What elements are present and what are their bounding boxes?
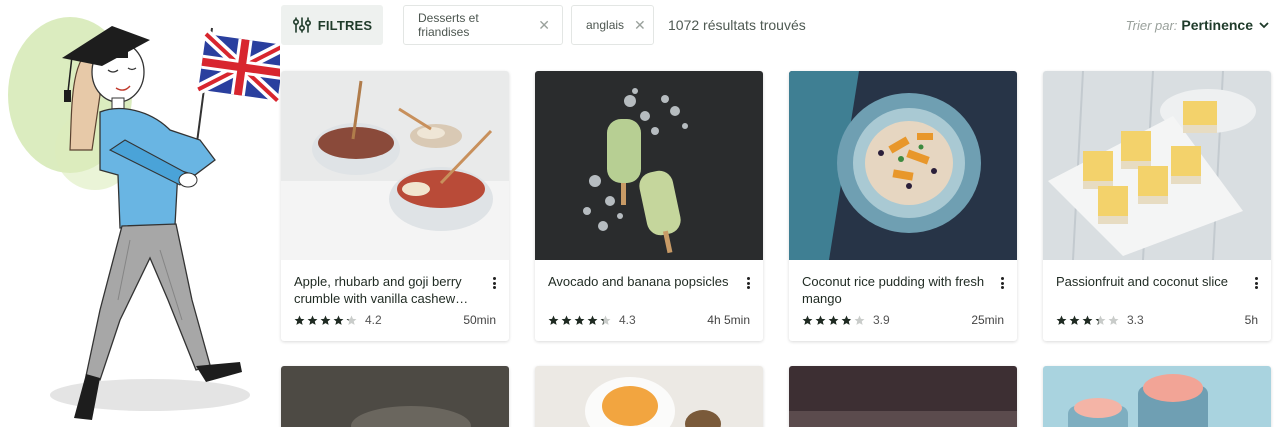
filter-chip-label: Desserts et friandises xyxy=(418,11,479,39)
sort-dropdown[interactable]: Trier par: Pertinence xyxy=(1126,5,1271,45)
star-icon xyxy=(841,315,852,325)
recipe-image[interactable] xyxy=(535,71,763,260)
recipe-search-page: FILTRES Desserts et friandises ✕ anglais… xyxy=(0,0,1280,427)
recipe-card[interactable] xyxy=(535,366,763,427)
more-options-icon[interactable] xyxy=(743,275,753,291)
chevron-down-icon xyxy=(1259,22,1269,29)
star-icon xyxy=(320,315,331,325)
remove-filter-icon[interactable]: ✕ xyxy=(634,18,646,32)
recipe-card[interactable] xyxy=(789,366,1017,427)
filter-chip-anglais[interactable]: anglais ✕ xyxy=(571,5,654,45)
remove-filter-icon[interactable]: ✕ xyxy=(538,18,550,32)
star-icon xyxy=(828,315,839,325)
rating-value: 3.3 xyxy=(1127,313,1144,327)
recipe-image[interactable] xyxy=(789,71,1017,260)
star-icon xyxy=(815,315,826,325)
filter-chip-label: anglais xyxy=(586,18,625,32)
recipe-card[interactable]: Coconut rice pudding with fresh mango 3.… xyxy=(789,71,1017,341)
star-icon xyxy=(1056,315,1067,325)
recipe-image[interactable] xyxy=(281,366,509,427)
star-icon xyxy=(307,315,318,325)
sort-label: Trier par: xyxy=(1125,17,1178,33)
recipe-title[interactable]: Apple, rhubarb and goji berry crumble wi… xyxy=(294,273,480,307)
star-icon xyxy=(1069,315,1080,325)
rating-stars xyxy=(548,315,611,326)
star-icon xyxy=(333,315,344,325)
search-toolbar: FILTRES Desserts et friandises ✕ anglais… xyxy=(281,5,1271,45)
star-icon xyxy=(294,315,305,325)
more-options-icon[interactable] xyxy=(1251,275,1261,291)
filters-button[interactable]: FILTRES xyxy=(281,5,383,45)
recipe-meta: 3.9 25min xyxy=(802,313,1004,327)
filter-sliders-icon xyxy=(292,17,311,33)
star-icon xyxy=(600,315,611,325)
recipe-image[interactable] xyxy=(1043,366,1271,427)
rating-value: 4.2 xyxy=(365,313,382,327)
recipe-image[interactable] xyxy=(789,366,1017,427)
rating-value: 3.9 xyxy=(873,313,890,327)
recipe-card[interactable]: Passionfruit and coconut slice 3.3 5h xyxy=(1043,71,1271,341)
recipe-image[interactable] xyxy=(535,366,763,427)
star-icon xyxy=(548,315,559,325)
sort-value: Pertinence xyxy=(1181,17,1253,33)
more-options-icon[interactable] xyxy=(489,275,499,291)
star-icon xyxy=(802,315,813,325)
cook-time: 4h 5min xyxy=(707,313,750,327)
star-icon xyxy=(1082,315,1093,325)
recipe-title[interactable]: Passionfruit and coconut slice xyxy=(1056,273,1242,290)
cook-time: 25min xyxy=(971,313,1004,327)
star-icon xyxy=(1108,315,1119,325)
recipe-card[interactable] xyxy=(1043,366,1271,427)
filter-chip-desserts[interactable]: Desserts et friandises ✕ xyxy=(403,5,563,45)
more-options-icon[interactable] xyxy=(997,275,1007,291)
cook-time: 50min xyxy=(463,313,496,327)
recipe-title[interactable]: Avocado and banana popsicles xyxy=(548,273,734,290)
cook-time: 5h xyxy=(1244,313,1258,327)
recipe-image[interactable] xyxy=(1043,71,1271,260)
recipe-meta: 4.3 4h 5min xyxy=(548,313,750,327)
star-icon xyxy=(574,315,585,325)
rating-stars xyxy=(802,315,865,326)
star-icon xyxy=(1095,315,1106,325)
star-icon xyxy=(854,315,865,325)
recipe-image[interactable] xyxy=(281,71,509,260)
filters-button-label: FILTRES xyxy=(317,17,373,33)
rating-value: 4.3 xyxy=(619,313,636,327)
rating-stars xyxy=(1056,315,1119,326)
star-icon xyxy=(561,315,572,325)
recipe-meta: 3.3 5h xyxy=(1056,313,1258,327)
recipe-title[interactable]: Coconut rice pudding with fresh mango xyxy=(802,273,988,307)
recipe-meta: 4.2 50min xyxy=(294,313,496,327)
rating-stars xyxy=(294,315,357,326)
recipe-card[interactable]: Avocado and banana popsicles 4.3 4h 5min xyxy=(535,71,763,341)
results-count: 1072 résultats trouvés xyxy=(668,17,806,33)
recipe-card[interactable] xyxy=(281,366,509,427)
star-icon xyxy=(587,315,598,325)
student-flag-illustration xyxy=(0,0,288,427)
star-icon xyxy=(346,315,357,325)
recipe-card[interactable]: Apple, rhubarb and goji berry crumble wi… xyxy=(281,71,509,341)
